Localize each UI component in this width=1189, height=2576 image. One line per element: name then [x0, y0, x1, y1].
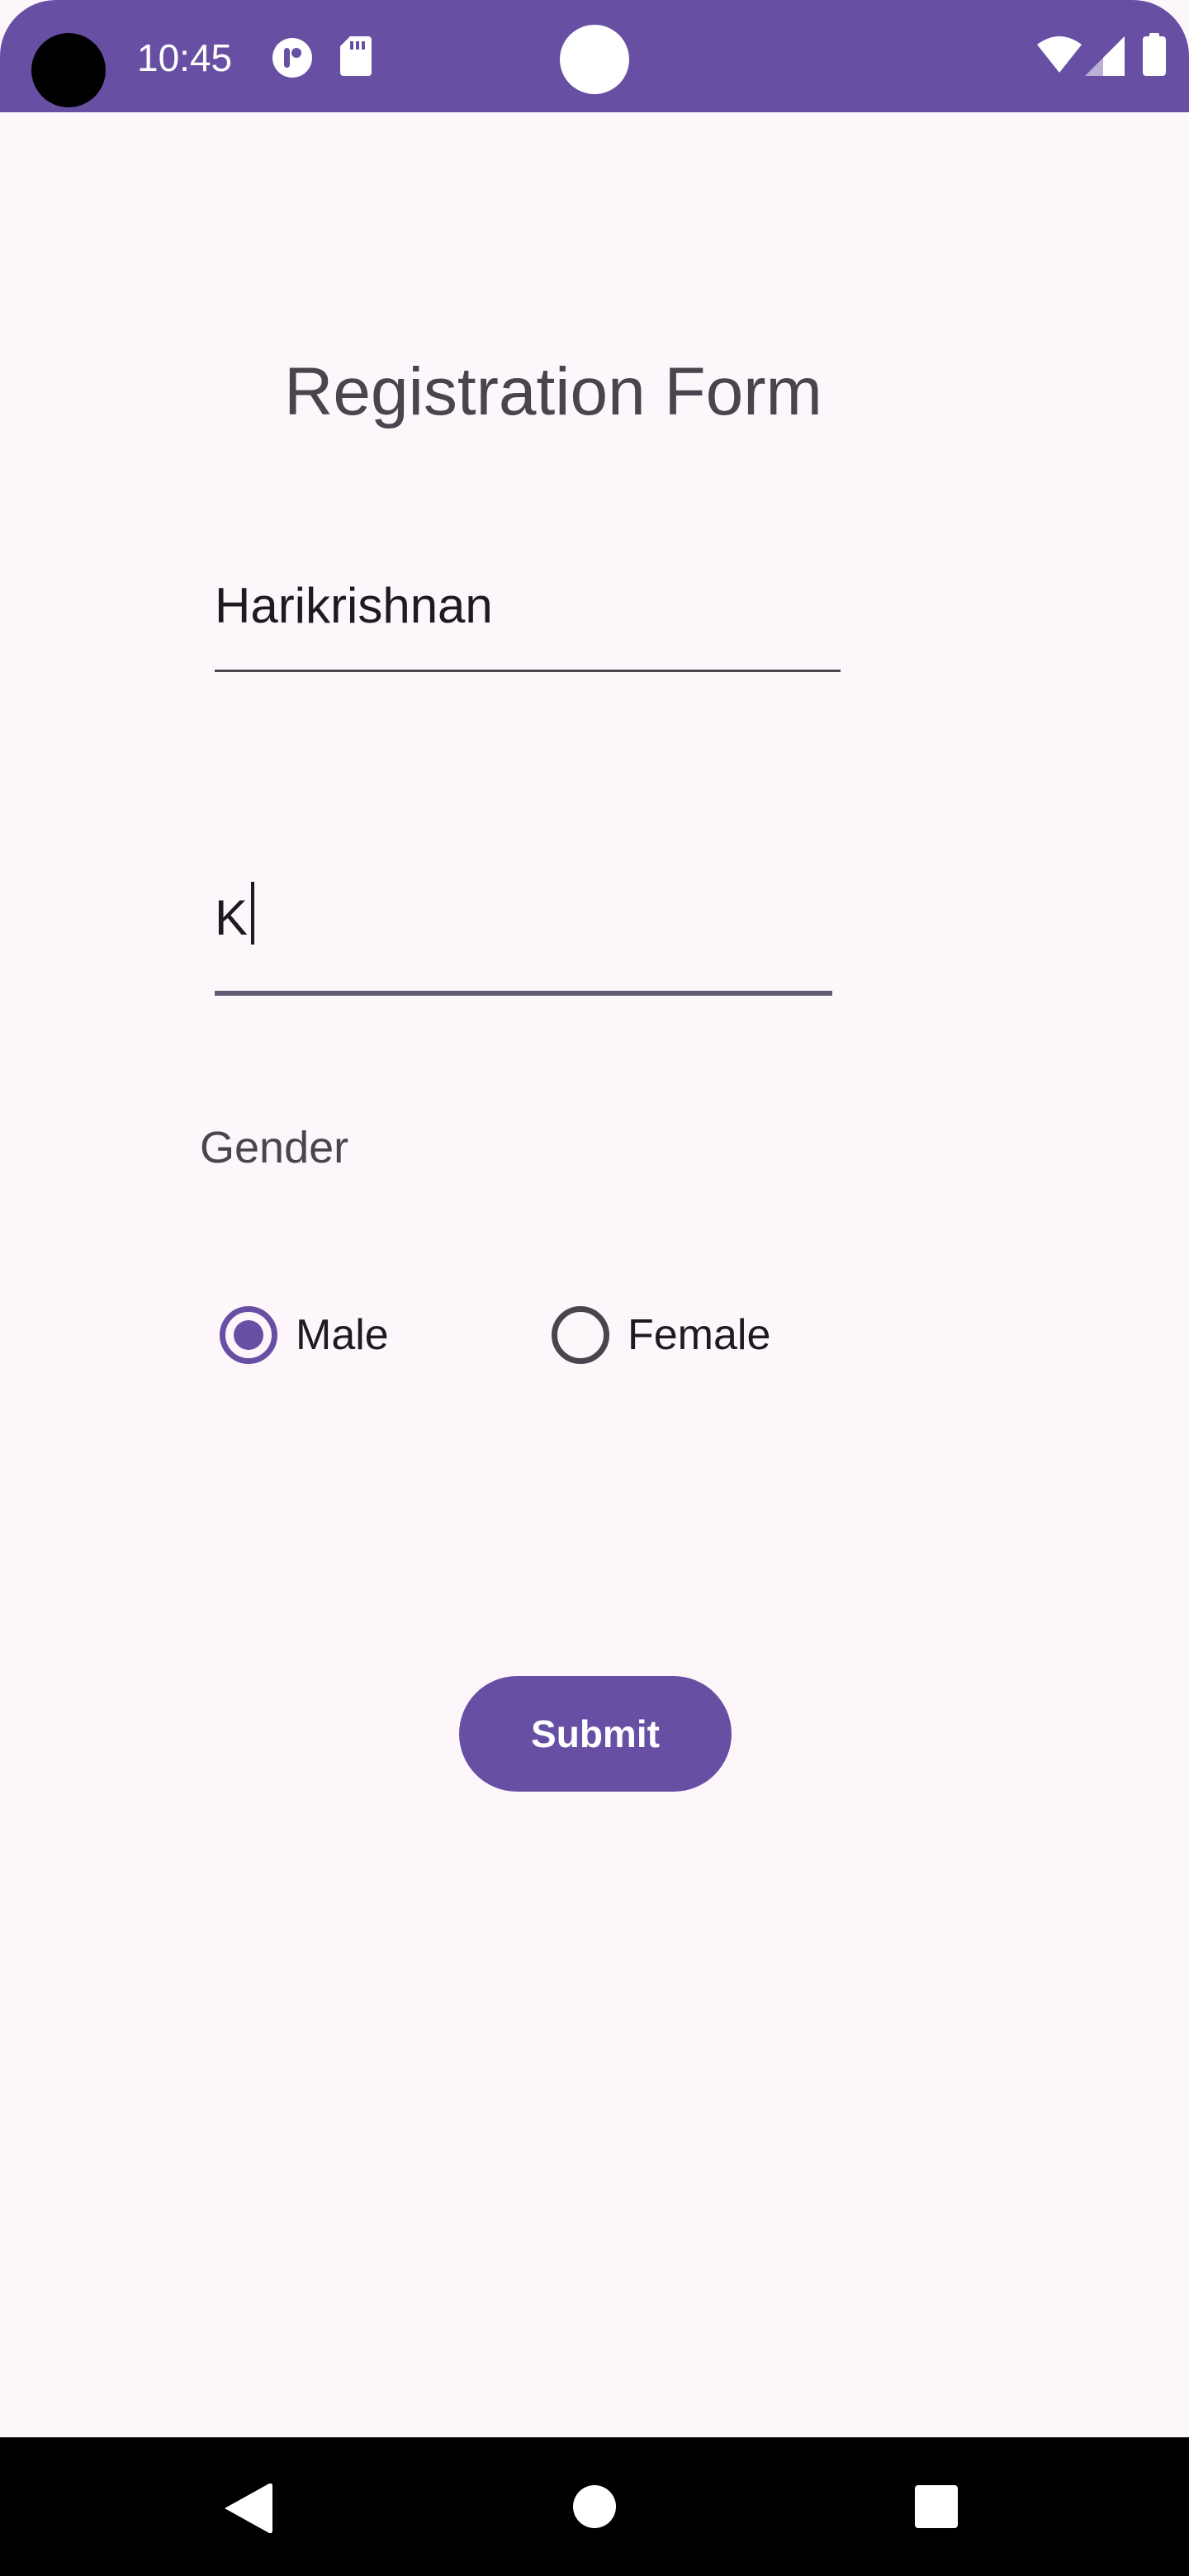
home-icon[interactable]	[573, 2485, 616, 2528]
navigation-bar	[0, 2437, 1189, 2576]
radio-button-male[interactable]	[220, 1306, 277, 1364]
radio-label-male: Male	[296, 1311, 389, 1359]
radio-option-male[interactable]: Male	[220, 1301, 389, 1369]
battery-icon	[1143, 33, 1166, 76]
last-name-field[interactable]: K	[215, 878, 832, 996]
first-name-field[interactable]: Harikrishnan	[215, 566, 841, 672]
notification-app-icon	[272, 38, 312, 78]
front-sensor-cutout	[560, 25, 629, 94]
camera-cutout	[31, 33, 106, 107]
submit-button[interactable]: Submit	[459, 1676, 732, 1792]
wifi-icon	[1037, 36, 1082, 73]
recents-icon[interactable]	[915, 2485, 958, 2528]
last-name-value: K	[215, 890, 249, 945]
back-icon[interactable]	[225, 2484, 272, 2533]
status-time: 10:45	[137, 36, 233, 79]
first-name-value: Harikrishnan	[215, 578, 493, 633]
radio-button-female[interactable]	[552, 1306, 609, 1364]
page-title: Registration Form	[284, 354, 822, 429]
status-bar: 10:45	[0, 0, 1189, 112]
text-cursor	[251, 882, 255, 945]
gender-label: Gender	[200, 1123, 349, 1172]
radio-label-female: Female	[628, 1311, 771, 1359]
cellular-signal-icon	[1085, 36, 1125, 76]
radio-option-female[interactable]: Female	[552, 1301, 770, 1369]
sd-card-icon	[340, 36, 372, 76]
